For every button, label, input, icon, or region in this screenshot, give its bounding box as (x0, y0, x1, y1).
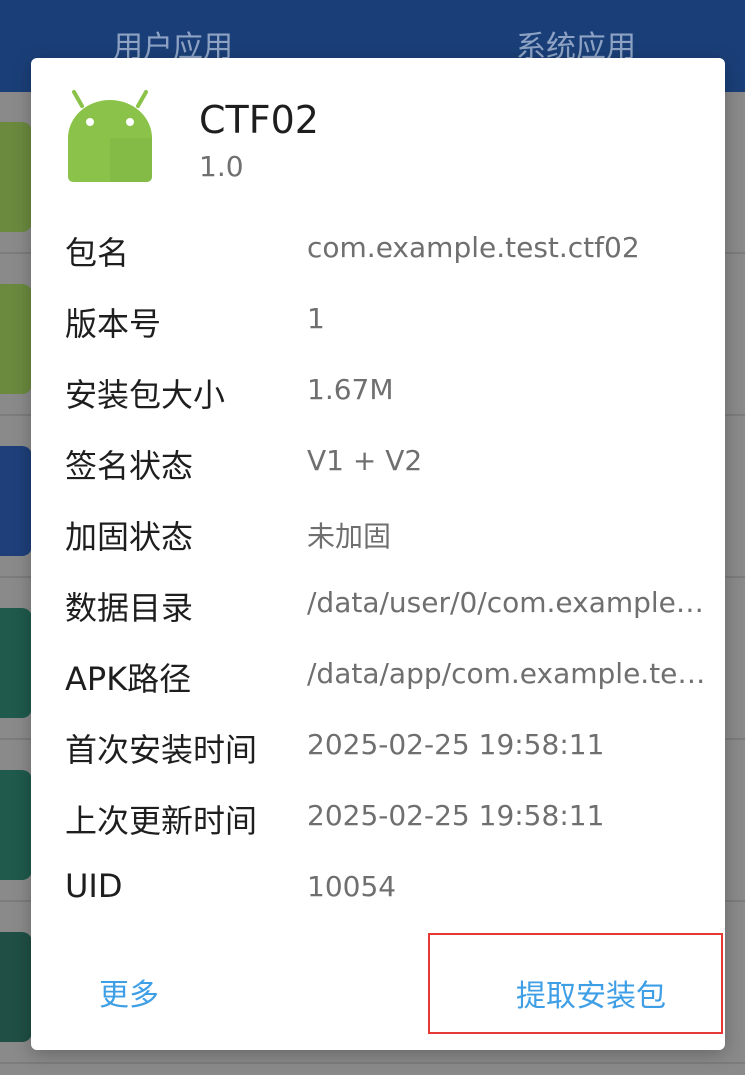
info-label: 包名 (65, 234, 130, 272)
app-icon (0, 770, 32, 880)
info-label: 安装包大小 (65, 376, 226, 414)
info-value: /data/user/0/com.example… (307, 586, 704, 619)
extract-apk-button-label: 提取安装包 (516, 979, 666, 1014)
info-value: 2025-02-25 19:58:11 (307, 728, 605, 761)
info-value: /data/app/com.example.te… (307, 657, 706, 690)
info-label: 加固状态 (65, 518, 194, 556)
info-row-uid: UID 10054 (31, 855, 725, 926)
android-robot-icon (68, 90, 152, 182)
info-value: 10054 (307, 870, 397, 903)
info-row-version-code: 版本号 1 (31, 287, 725, 358)
screen: 用户应用 系统应用 CTF02 1.0 包名 com.example.test.… (0, 0, 745, 1075)
info-label: 数据目录 (65, 589, 194, 627)
info-row-hardening-status: 加固状态 未加固 (31, 500, 725, 571)
app-icon (0, 932, 32, 1042)
info-label: UID (65, 867, 123, 905)
info-row-last-update-time: 上次更新时间 2025-02-25 19:58:11 (31, 784, 725, 855)
info-row-data-directory: 数据目录 /data/user/0/com.example… (31, 571, 725, 642)
info-value: com.example.test.ctf02 (307, 231, 640, 264)
extract-apk-button[interactable]: 提取安装包 (428, 933, 723, 1034)
info-value: V1 + V2 (307, 444, 423, 477)
android-app-icon (0, 122, 32, 232)
info-value: 2025-02-25 19:58:11 (307, 799, 605, 832)
app-info-list: 包名 com.example.test.ctf02 版本号 1 安装包大小 1.… (31, 216, 725, 926)
info-value: 1.67M (307, 373, 394, 406)
app-version: 1.0 (199, 150, 244, 183)
info-label: 首次安装时间 (65, 731, 258, 769)
android-app-icon (0, 284, 32, 394)
info-row-package-name: 包名 com.example.test.ctf02 (31, 216, 725, 287)
info-row-first-install-time: 首次安装时间 2025-02-25 19:58:11 (31, 713, 725, 784)
app-icon (0, 608, 32, 718)
app-info-dialog: CTF02 1.0 包名 com.example.test.ctf02 版本号 … (31, 58, 725, 1050)
app-icon (0, 446, 32, 556)
more-button[interactable]: 更多 (99, 970, 159, 1014)
info-label: 版本号 (65, 305, 162, 343)
info-label: 签名状态 (65, 447, 194, 485)
app-name: CTF02 (199, 98, 319, 142)
info-value: 1 (307, 302, 325, 335)
info-value: 未加固 (307, 520, 392, 553)
info-row-package-size: 安装包大小 1.67M (31, 358, 725, 429)
info-label: APK路径 (65, 660, 192, 698)
info-label: 上次更新时间 (65, 802, 258, 840)
info-row-apk-path: APK路径 /data/app/com.example.te… (31, 642, 725, 713)
info-row-signature-status: 签名状态 V1 + V2 (31, 429, 725, 500)
